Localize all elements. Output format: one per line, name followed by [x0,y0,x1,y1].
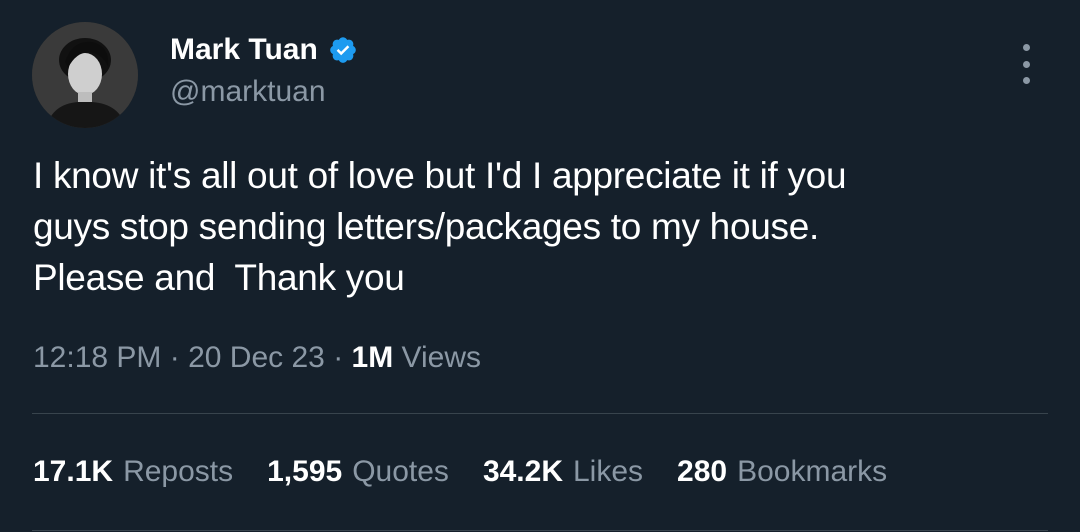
meta-separator: · [324,341,352,374]
reposts-label: Reposts [123,455,234,488]
avatar[interactable] [32,22,138,128]
reposts-count: 17.1K [33,455,114,488]
tweet-time[interactable]: 12:18 PM [33,338,161,378]
verified-badge-icon [330,37,356,63]
quotes-label: Quotes [352,455,449,488]
bookmarks-stat[interactable]: 280 Bookmarks [677,452,887,492]
tweet-text: I know it's all out of love but I'd I ap… [33,155,847,298]
quotes-stat[interactable]: 1,595 Quotes [267,452,449,492]
views-count: 1M [351,341,394,374]
engagement-stats: 17.1K Reposts 1,595 Quotes 34.2K Likes 2… [33,452,921,492]
meta-separator: · [161,341,189,374]
likes-count: 34.2K [482,455,563,488]
author-handle[interactable]: @marktuan [170,74,326,110]
profile-photo-icon [32,22,138,128]
tweet-date[interactable]: 20 Dec 23 [188,338,325,378]
author-name-row[interactable]: Mark Tuan [170,32,358,68]
author-display-name[interactable]: Mark Tuan [170,32,318,68]
divider [32,413,1048,414]
tweet-meta: 12:18 PM · 20 Dec 23 · 1M Views [33,338,481,378]
bookmarks-label: Bookmarks [737,455,888,488]
views-label: Views [393,341,482,374]
reposts-stat[interactable]: 17.1K Reposts [33,452,233,492]
quotes-count: 1,595 [267,455,343,488]
likes-label: Likes [573,455,644,488]
bookmarks-count: 280 [677,455,728,488]
more-options-icon[interactable] [1010,44,1042,84]
divider [32,530,1048,531]
likes-stat[interactable]: 34.2K Likes [483,452,643,492]
tweet-card: Mark Tuan @marktuan I know it's all out … [0,0,1080,532]
